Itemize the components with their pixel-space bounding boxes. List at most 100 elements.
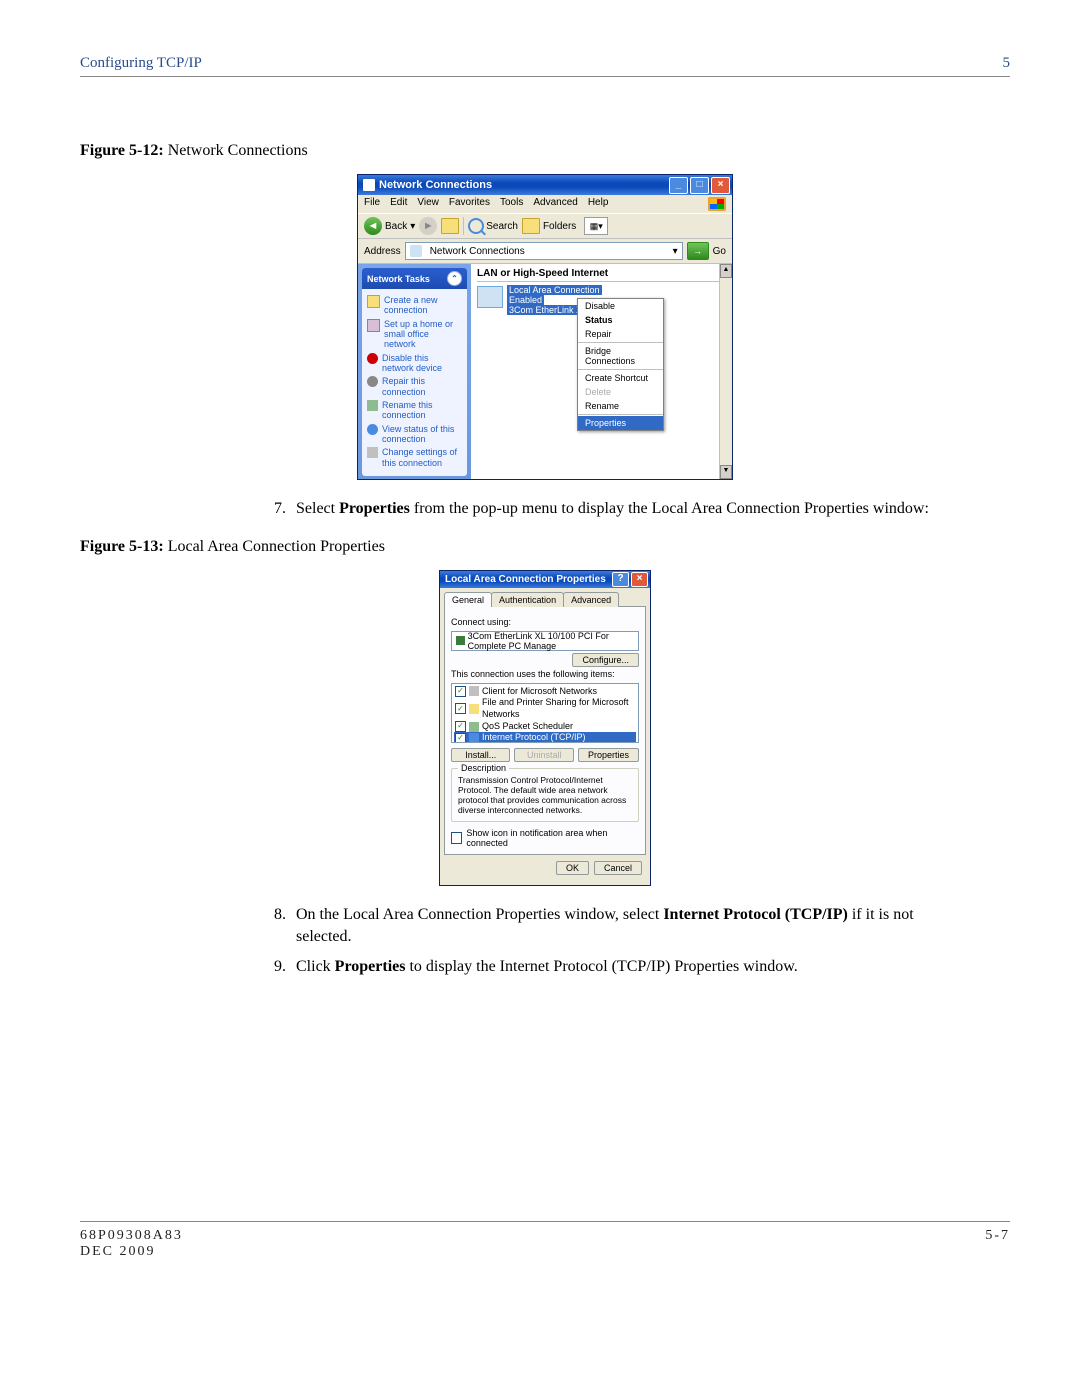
maximize-button[interactable]: □ <box>690 177 709 194</box>
scrollbar[interactable]: ▲ ▼ <box>719 264 732 479</box>
menu-delete: Delete <box>578 385 663 399</box>
page-footer: 68P09308A83 DEC 2009 5-7 <box>80 1221 1010 1260</box>
menu-help[interactable]: Help <box>588 197 609 211</box>
address-input[interactable]: Network Connections▾ <box>405 242 683 260</box>
menu-edit[interactable]: Edit <box>390 197 407 211</box>
qos-icon <box>469 722 479 732</box>
configure-button[interactable]: Configure... <box>572 653 639 667</box>
checkbox-icon[interactable] <box>455 686 466 697</box>
items-listbox[interactable]: Client for Microsoft Networks File and P… <box>451 683 639 743</box>
item-tcpip[interactable]: Internet Protocol (TCP/IP) <box>454 732 636 742</box>
task-change-settings[interactable]: Change settings of this connection <box>367 447 462 468</box>
menu-shortcut[interactable]: Create Shortcut <box>578 371 663 385</box>
rename-icon <box>367 400 378 411</box>
menu-rename[interactable]: Rename <box>578 399 663 413</box>
item-client[interactable]: Client for Microsoft Networks <box>454 686 636 698</box>
printer-icon <box>469 704 479 714</box>
menu-file[interactable]: File <box>364 197 380 211</box>
items-label: This connection uses the following items… <box>451 669 639 679</box>
ok-button[interactable]: OK <box>556 861 589 875</box>
item-file-print[interactable]: File and Printer Sharing for Microsoft N… <box>454 697 636 720</box>
page-header: Configuring TCP/IP 5 <box>80 55 1010 77</box>
content-pane[interactable]: LAN or High-Speed Internet Local Area Co… <box>471 264 732 479</box>
uninstall-button: Uninstall <box>514 748 573 762</box>
titlebar[interactable]: Network Connections _ □ × <box>358 175 732 195</box>
menu-properties[interactable]: Properties <box>578 416 663 430</box>
close-button[interactable]: × <box>711 177 730 194</box>
description-text: Transmission Control Protocol/Internet P… <box>458 775 632 816</box>
tasks-sidebar: Network Tasks⌃ Create a new connection S… <box>358 264 471 479</box>
checkbox-icon[interactable] <box>455 703 466 714</box>
help-button[interactable]: ? <box>612 572 629 587</box>
menu-disable[interactable]: Disable <box>578 299 663 313</box>
tab-advanced[interactable]: Advanced <box>563 592 619 607</box>
adapter-icon <box>456 636 465 645</box>
tab-authentication[interactable]: Authentication <box>491 592 564 607</box>
footer-left: 68P09308A83 DEC 2009 <box>80 1228 183 1260</box>
item-qos[interactable]: QoS Packet Scheduler <box>454 721 636 733</box>
windows-logo-icon <box>708 197 726 211</box>
repair-icon <box>367 376 378 387</box>
lac-properties-dialog: Local Area Connection Properties ? × Gen… <box>439 570 651 887</box>
checkbox-icon[interactable] <box>451 832 462 844</box>
up-folder-icon[interactable] <box>441 218 459 234</box>
window-title: Network Connections <box>379 179 492 191</box>
forward-button[interactable]: ► <box>419 217 437 235</box>
install-button[interactable]: Install... <box>451 748 510 762</box>
connection-icon <box>477 286 503 308</box>
dialog-titlebar[interactable]: Local Area Connection Properties ? × <box>440 571 650 588</box>
cancel-button[interactable]: Cancel <box>594 861 642 875</box>
status-icon <box>367 424 378 435</box>
task-repair[interactable]: Repair this connection <box>367 376 462 397</box>
step-7: 7. Select Properties from the pop-up men… <box>260 498 970 520</box>
menu-tools[interactable]: Tools <box>500 197 523 211</box>
folder-icon <box>522 218 540 234</box>
menu-favorites[interactable]: Favorites <box>449 197 490 211</box>
network-tasks-header[interactable]: Network Tasks⌃ <box>362 268 467 289</box>
menu-view[interactable]: View <box>417 197 439 211</box>
scroll-up-icon[interactable]: ▲ <box>720 264 732 278</box>
task-setup-network[interactable]: Set up a home or small office network <box>367 319 462 350</box>
toolbar: ◄Back ▾ ► Search Folders ▦▾ <box>358 213 732 239</box>
description-group: Description Transmission Control Protoco… <box>451 768 639 823</box>
close-button[interactable]: × <box>631 572 648 587</box>
menu-repair[interactable]: Repair <box>578 327 663 341</box>
client-icon <box>469 686 479 696</box>
menu-status[interactable]: Status <box>578 313 663 327</box>
settings-icon <box>367 447 378 458</box>
app-icon <box>363 179 375 191</box>
task-view-status[interactable]: View status of this connection <box>367 424 462 445</box>
back-button[interactable]: ◄Back ▾ <box>364 217 415 235</box>
adapter-field: 3Com EtherLink XL 10/100 PCI For Complet… <box>451 631 639 651</box>
tab-general[interactable]: General <box>444 592 492 607</box>
search-button[interactable]: Search <box>468 218 518 234</box>
checkbox-icon[interactable] <box>455 721 466 732</box>
task-rename[interactable]: Rename this connection <box>367 400 462 421</box>
address-bar: Address Network Connections▾ → Go <box>358 239 732 264</box>
go-button[interactable]: → <box>687 242 709 260</box>
step-9: 9. Click Properties to display the Inter… <box>260 956 970 978</box>
views-button[interactable]: ▦▾ <box>584 217 608 235</box>
checkbox-icon[interactable] <box>455 733 466 743</box>
scroll-down-icon[interactable]: ▼ <box>720 465 732 479</box>
menu-bridge[interactable]: Bridge Connections <box>578 344 663 368</box>
show-icon-checkbox[interactable]: Show icon in notification area when conn… <box>451 828 639 848</box>
menu-advanced[interactable]: Advanced <box>533 197 577 211</box>
footer-page: 5-7 <box>985 1228 1010 1260</box>
tab-strip: General Authentication Advanced <box>444 592 646 607</box>
local-area-connection-item[interactable]: Local Area Connection Enabled 3Com Ether… <box>477 286 726 316</box>
properties-button[interactable]: Properties <box>578 748 639 762</box>
disable-icon <box>367 353 378 364</box>
collapse-icon[interactable]: ⌃ <box>447 271 462 286</box>
figure-13-caption: Figure 5-13: Local Area Connection Prope… <box>80 538 1010 556</box>
task-create-connection[interactable]: Create a new connection <box>367 295 462 316</box>
search-icon <box>468 218 484 234</box>
step-8: 8. On the Local Area Connection Properti… <box>260 904 970 947</box>
group-header: LAN or High-Speed Internet <box>477 268 726 282</box>
minimize-button[interactable]: _ <box>669 177 688 194</box>
context-menu: Disable Status Repair Bridge Connections… <box>577 298 664 431</box>
header-chapter-num: 5 <box>1003 55 1011 72</box>
folders-button[interactable]: Folders <box>522 218 576 234</box>
task-disable-device[interactable]: Disable this network device <box>367 353 462 374</box>
home-network-icon <box>367 319 380 332</box>
